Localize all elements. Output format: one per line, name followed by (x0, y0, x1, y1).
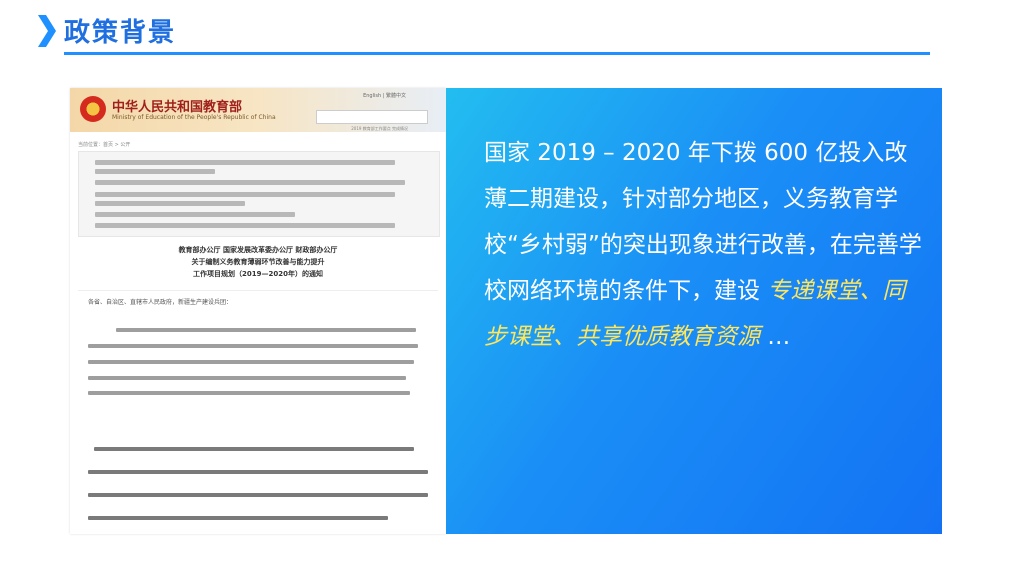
summary-panel: 国家 2019 – 2020 年下拨 600 亿投入改薄二期建设，针对部分地区，… (446, 88, 942, 534)
banner-note: 2019 教育部工作要点 完成情况 (351, 126, 408, 131)
title-underline (64, 52, 930, 55)
document-heading-line: 教育部办公厅 国家发展改革委办公厅 财政部办公厅 (178, 246, 338, 254)
ministry-name: 中华人民共和国教育部 (112, 100, 243, 115)
body-text-line (94, 447, 414, 451)
meta-line (95, 180, 405, 185)
document-meta-table (78, 151, 440, 237)
meta-line (95, 169, 215, 174)
body-text-line (116, 328, 416, 332)
body-text-line (88, 470, 428, 474)
national-emblem-icon (80, 96, 106, 122)
body-text-line (88, 391, 410, 395)
meta-line (95, 201, 245, 206)
chevron-right-icon (38, 15, 56, 47)
body-text-line (88, 376, 406, 380)
document-heading-line: 关于编制义务教育薄弱环节改善与能力提升 (191, 258, 325, 266)
page-title: 政策背景 (64, 18, 177, 48)
slide-header: 政策背景 (0, 0, 1024, 60)
meta-line (95, 160, 395, 165)
body-text-line (88, 360, 414, 364)
ministry-banner: 中华人民共和国教育部 Ministry of Education of the … (70, 88, 446, 132)
body-text-line (88, 516, 388, 520)
body-text-line (88, 344, 418, 348)
meta-line (95, 223, 395, 228)
ministry-name-en: Ministry of Education of the People's Re… (112, 114, 276, 121)
body-text-line (88, 493, 428, 497)
summary-text-tail: … (760, 324, 791, 350)
document-addressee: 各省、自治区、直辖市人民政府，新疆生产建设兵团： (88, 299, 233, 306)
meta-line (95, 192, 395, 197)
search-box (316, 110, 428, 124)
divider (78, 290, 438, 291)
policy-document-screenshot: 中华人民共和国教育部 Ministry of Education of the … (70, 88, 446, 534)
language-links: English | 繁體中文 (363, 93, 406, 99)
breadcrumb: 当前位置：首页 > 公开 (78, 142, 131, 148)
document-heading-line: 工作项目规划（2019—2020年）的通知 (193, 270, 323, 278)
summary-text: 国家 2019 – 2020 年下拨 600 亿投入改薄二期建设，针对部分地区，… (484, 130, 924, 360)
meta-line (95, 212, 295, 217)
